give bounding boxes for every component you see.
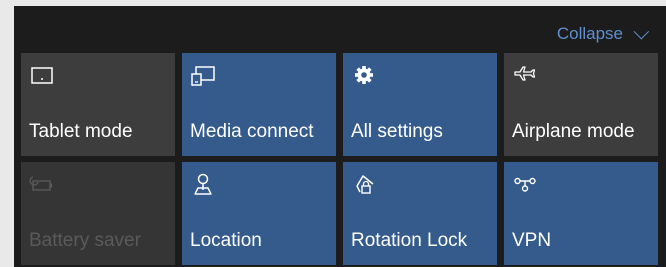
chevron-down-icon (633, 23, 650, 39)
tile-label: Media connect (190, 121, 314, 142)
tile-label: VPN (512, 230, 552, 251)
tile-rotation-lock[interactable]: Rotation Lock (343, 162, 497, 265)
tile-label: Battery saver (29, 230, 141, 251)
location-icon (190, 172, 216, 198)
tile-label: All settings (351, 121, 443, 142)
airplane-icon (512, 63, 538, 89)
tile-label: Tablet mode (29, 121, 133, 142)
rotation-lock-icon (351, 172, 377, 198)
tablet-icon (29, 63, 55, 89)
stage: Collapse Tablet mode Media connect All s… (0, 0, 666, 267)
tile-battery-saver[interactable]: Battery saver (21, 162, 175, 265)
tile-media-connect[interactable]: Media connect (182, 53, 336, 156)
tile-vpn[interactable]: VPN (504, 162, 658, 265)
tile-location[interactable]: Location (182, 162, 336, 265)
tile-label: Airplane mode (512, 121, 635, 142)
media-connect-icon (190, 63, 216, 89)
tile-label: Location (190, 230, 262, 251)
tile-airplane-mode[interactable]: Airplane mode (504, 53, 658, 156)
battery-icon (29, 172, 55, 198)
tile-tablet-mode[interactable]: Tablet mode (21, 53, 175, 156)
tile-all-settings[interactable]: All settings (343, 53, 497, 156)
vpn-icon (512, 172, 538, 198)
action-center-panel: Collapse Tablet mode Media connect All s… (14, 6, 666, 267)
collapse-button[interactable]: Collapse (556, 23, 650, 44)
tile-label: Rotation Lock (351, 230, 468, 251)
gear-icon (351, 63, 377, 89)
collapse-label: Collapse (556, 24, 623, 43)
